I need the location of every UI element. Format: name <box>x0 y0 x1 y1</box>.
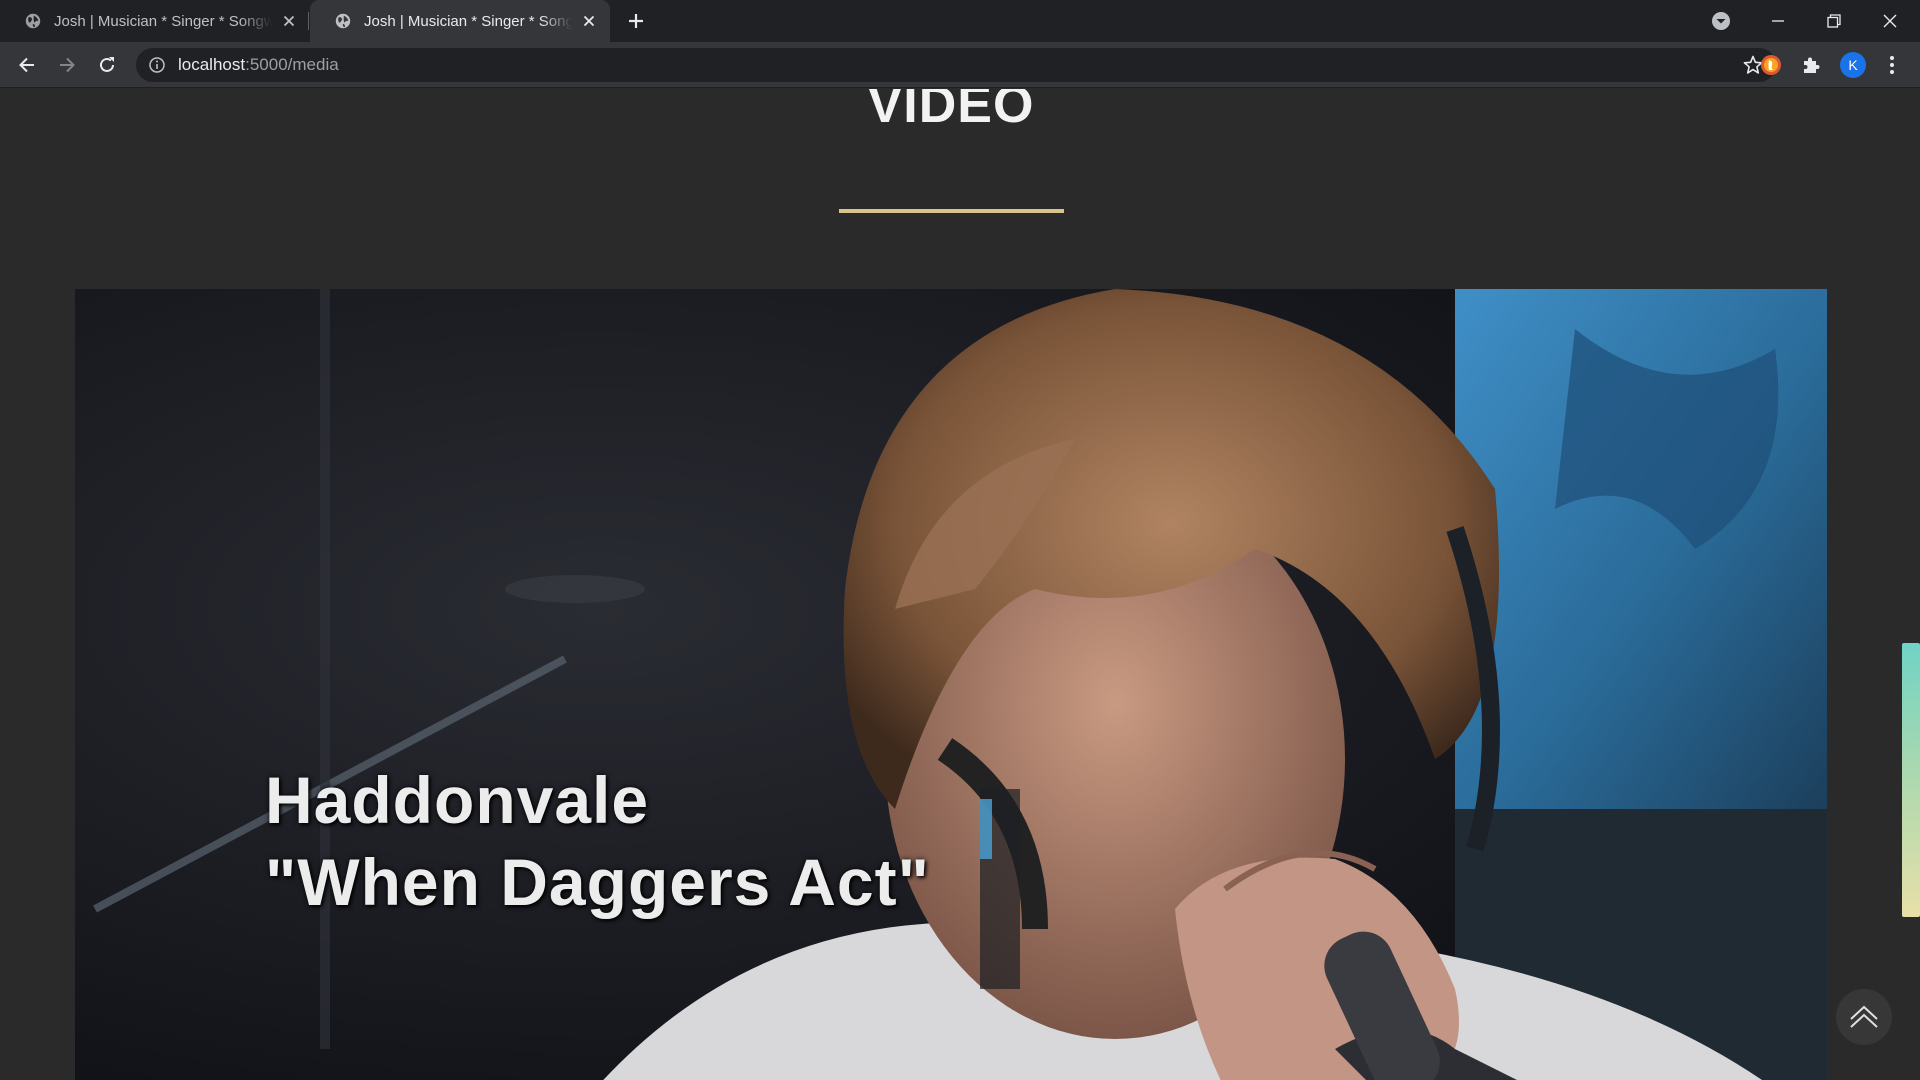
url-path: :5000/media <box>245 55 339 74</box>
scrollbar-track[interactable] <box>1902 89 1920 1080</box>
minimize-icon <box>1772 20 1784 22</box>
video-caption: Haddonvale "When Daggers Act" <box>265 759 930 923</box>
address-bar[interactable]: localhost:5000/media <box>136 48 1776 82</box>
minimize-button[interactable] <box>1750 0 1806 42</box>
arrow-right-icon <box>60 57 75 73</box>
profile-avatar[interactable]: K <box>1840 52 1866 78</box>
close-icon <box>1883 14 1897 28</box>
restore-button[interactable] <box>1806 0 1862 42</box>
close-window-button[interactable] <box>1862 0 1918 42</box>
tab-title: Josh | Musician * Singer * Songwriter <box>364 12 572 30</box>
tab-separator <box>308 12 309 30</box>
arrow-left-icon <box>19 57 34 73</box>
double-chevron-up-icon <box>1850 1005 1878 1028</box>
section-heading: VIDEO <box>867 89 1035 134</box>
page-viewport: VIDEO Haddonvale "When Daggers Act" <box>0 89 1920 1080</box>
tab-strip: Josh | Musician * Singer * Songwriter Jo… <box>0 0 1920 42</box>
video-caption-song: "When Daggers Act" <box>265 845 930 919</box>
scrollbar-thumb[interactable] <box>1902 643 1920 917</box>
url-host: localhost <box>178 55 246 74</box>
extension-shield-icon[interactable] <box>1759 53 1783 77</box>
globe-icon <box>25 13 41 29</box>
restore-icon <box>1827 14 1841 28</box>
back-to-top-button[interactable] <box>1836 989 1892 1045</box>
forward-button[interactable] <box>52 50 82 80</box>
tab-search-icon[interactable] <box>1708 8 1734 34</box>
browser-toolbar: localhost:5000/media <box>0 42 1920 88</box>
close-icon[interactable] <box>280 12 298 30</box>
puzzle-icon[interactable] <box>1799 53 1823 77</box>
plus-icon[interactable] <box>624 9 648 33</box>
info-icon[interactable] <box>148 56 166 74</box>
video-caption-artist: Haddonvale <box>265 763 650 837</box>
close-icon[interactable] <box>580 12 598 30</box>
back-button[interactable] <box>12 50 42 80</box>
reload-icon <box>100 57 114 72</box>
menu-dots-icon[interactable] <box>1880 53 1904 77</box>
reload-button[interactable] <box>92 50 122 80</box>
tab-2[interactable]: Josh | Musician * Singer * Songwriter <box>310 0 610 42</box>
tab-title: Josh | Musician * Singer * Songwriter <box>54 12 272 30</box>
video-thumbnail <box>75 289 1827 1080</box>
heading-divider <box>839 209 1064 213</box>
address-url[interactable]: localhost:5000/media <box>178 48 339 82</box>
tab-1[interactable]: Josh | Musician * Singer * Songwriter <box>0 0 310 42</box>
globe-icon <box>335 13 351 29</box>
video-player[interactable]: Haddonvale "When Daggers Act" <box>75 289 1827 1080</box>
